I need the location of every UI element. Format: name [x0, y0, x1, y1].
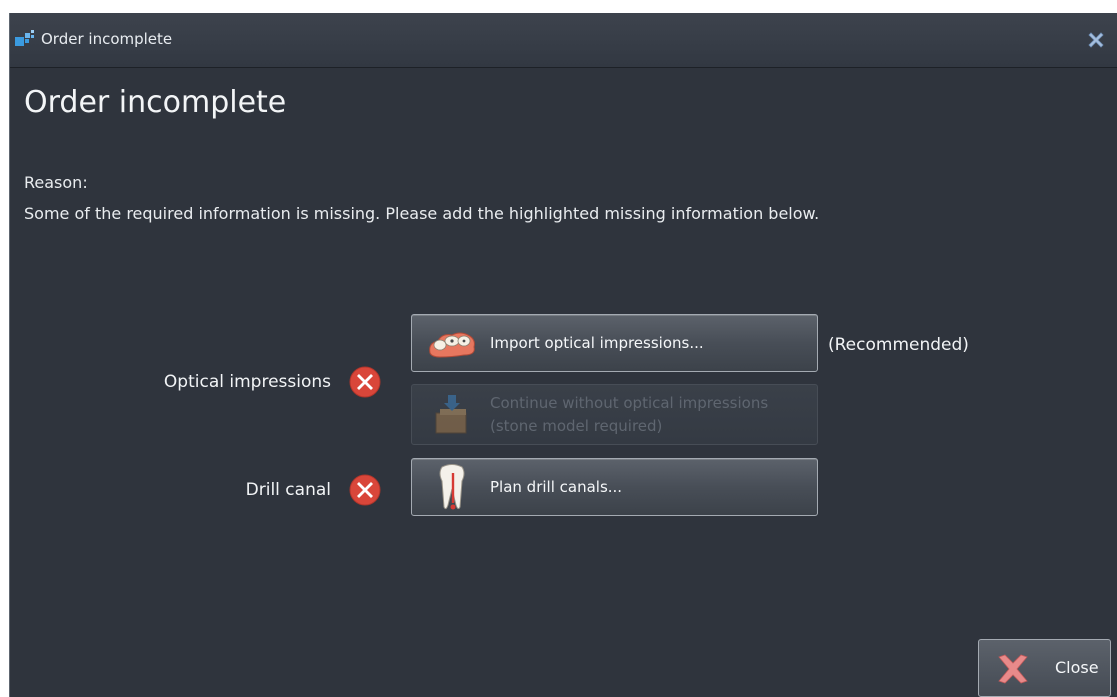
- drill-canal-label: Drill canal: [245, 480, 331, 500]
- optical-impressions-label: Optical impressions: [163, 372, 331, 392]
- page-heading: Order incomplete: [24, 85, 287, 120]
- close-x-icon: [998, 654, 1028, 684]
- import-optical-impressions-button[interactable]: Import optical impressions...: [411, 314, 818, 372]
- plan-drill-canals-label: Plan drill canals...: [490, 478, 623, 496]
- reason-text: Some of the required information is miss…: [24, 204, 820, 223]
- continue-label-line2: (stone model required): [490, 416, 663, 435]
- optical-impression-icon: [429, 332, 475, 358]
- recommended-hint: (Recommended): [828, 335, 969, 355]
- continue-without-optical-impressions-button[interactable]: Continue without optical impressions (st…: [411, 384, 818, 445]
- import-optical-impressions-label: Import optical impressions...: [490, 334, 704, 352]
- app-logo-icon: [15, 30, 34, 46]
- continue-without-label: Continue without optical impressions (st…: [490, 385, 768, 444]
- plan-drill-canals-button[interactable]: Plan drill canals...: [411, 458, 818, 516]
- error-icon: [349, 366, 381, 398]
- continue-label-line1: Continue without optical impressions: [490, 393, 769, 412]
- window-title: Order incomplete: [41, 30, 173, 48]
- stone-model-icon: [435, 395, 467, 434]
- close-button[interactable]: Close: [978, 639, 1111, 697]
- error-icon: [349, 474, 381, 506]
- order-incomplete-dialog: Order incomplete Order incomplete Reason…: [9, 13, 1117, 697]
- tooth-drill-icon: [439, 464, 465, 510]
- close-x-icon[interactable]: [1085, 29, 1107, 51]
- reason-label: Reason:: [24, 173, 88, 192]
- title-bar: Order incomplete: [10, 13, 1117, 68]
- close-button-label: Close: [1055, 658, 1099, 677]
